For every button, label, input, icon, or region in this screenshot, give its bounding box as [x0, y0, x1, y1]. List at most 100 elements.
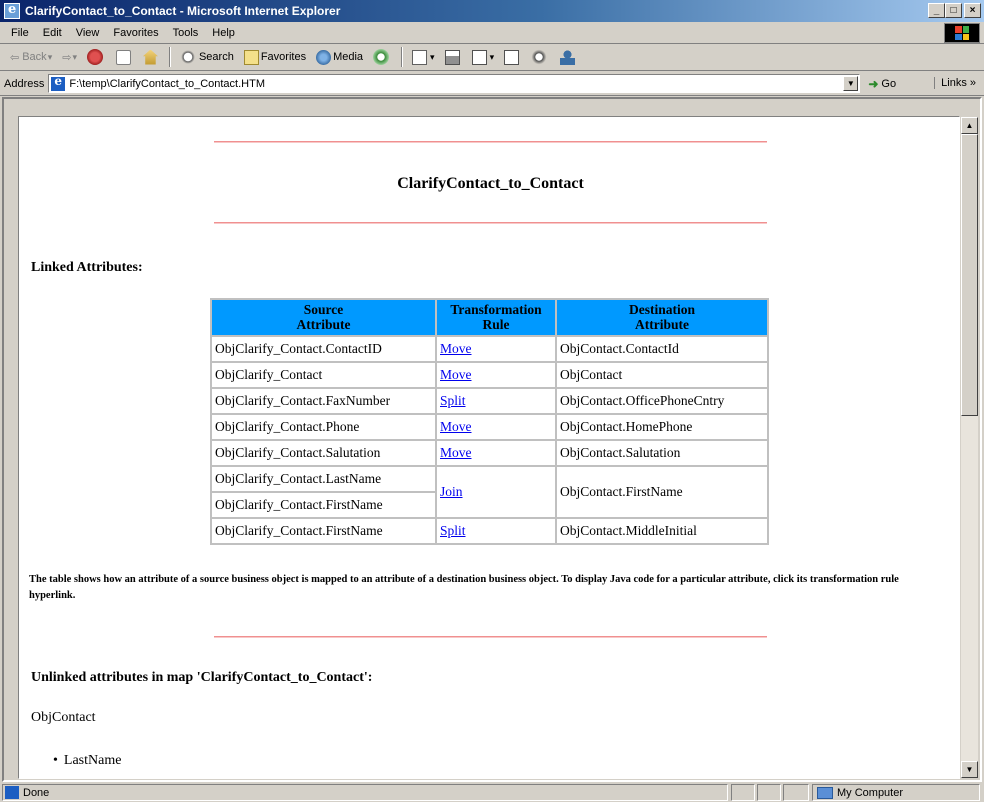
source-cell: ObjClarify_Contact.FaxNumber: [210, 387, 437, 415]
minimize-button[interactable]: _: [928, 3, 945, 18]
chevron-down-icon[interactable]: ▼: [843, 76, 859, 91]
rule-link[interactable]: Split: [440, 393, 466, 408]
forward-button[interactable]: ⇨ ▾: [58, 46, 81, 68]
rule-cell: Split: [435, 387, 557, 415]
source-cell: ObjClarify_Contact.FirstName: [210, 491, 437, 519]
table-header-row: Source Attribute Transformation Rule Des…: [210, 298, 769, 337]
ie-window: ClarifyContact_to_Contact - Microsoft In…: [0, 0, 984, 802]
toolbar: ⇦ Back ▾ ⇨ ▾ Search Favorites Media ▾ ▾: [0, 44, 984, 71]
search-button[interactable]: Search: [176, 46, 238, 68]
address-input[interactable]: F:\temp\ClarifyContact_to_Contact.HTM ▼: [48, 74, 861, 93]
rule-link[interactable]: Move: [440, 445, 472, 460]
print-button[interactable]: [441, 46, 466, 68]
search-icon: [179, 49, 196, 65]
research-icon: [531, 49, 548, 65]
address-bar: Address F:\temp\ClarifyContact_to_Contac…: [0, 72, 984, 96]
computer-icon: [817, 786, 833, 799]
messenger-button[interactable]: [556, 46, 581, 68]
rule-link[interactable]: Move: [440, 419, 472, 434]
section-rule: [214, 636, 767, 638]
ie-app-icon[interactable]: [4, 2, 20, 19]
edit-icon: [471, 49, 487, 65]
chevron-down-icon: ▾: [489, 51, 495, 62]
destination-cell: ObjContact.ContactId: [555, 335, 769, 363]
messenger-icon: [560, 49, 576, 65]
go-button[interactable]: ➜ Go: [868, 77, 896, 91]
source-cell: ObjClarify_Contact.Phone: [210, 413, 437, 441]
destination-cell: ObjContact.OfficePhoneCntry: [555, 387, 769, 415]
page-icon: [51, 74, 66, 91]
favorites-button[interactable]: Favorites: [240, 46, 310, 68]
discuss-icon: [504, 49, 520, 65]
stop-button[interactable]: [83, 46, 110, 68]
menu-tools[interactable]: Tools: [166, 27, 206, 39]
status-cell: [783, 784, 809, 801]
column-header-destination: Destination Attribute: [555, 298, 769, 337]
scroll-thumb[interactable]: [961, 134, 978, 416]
window-controls: _ □ ×: [928, 3, 981, 18]
rule-cell: Move: [435, 413, 557, 441]
security-zone: My Computer: [812, 784, 980, 801]
menu-view[interactable]: View: [69, 27, 107, 39]
maximize-button[interactable]: □: [945, 3, 962, 18]
links-button[interactable]: Links »: [934, 77, 976, 89]
table-row: ObjClarify_Contact.FirstName Split ObjCo…: [210, 517, 769, 545]
destination-cell: ObjContact.MiddleInitial: [555, 517, 769, 545]
media-label: Media: [333, 51, 364, 63]
rule-link[interactable]: Move: [440, 341, 472, 356]
unlinked-object-name: ObjContact: [31, 710, 96, 725]
rule-link[interactable]: Move: [440, 367, 472, 382]
chevron-down-icon: ▾: [47, 51, 53, 62]
page-viewport: ClarifyContact_to_Contact Linked Attribu…: [18, 116, 960, 779]
status-cell: [757, 784, 781, 801]
research-button[interactable]: [527, 46, 554, 68]
page-title: ClarifyContact_to_Contact: [397, 175, 584, 192]
back-button[interactable]: ⇦ Back ▾: [6, 46, 56, 68]
history-button[interactable]: [369, 46, 396, 68]
table-note: The table shows how an attribute of a so…: [29, 574, 899, 601]
address-label: Address: [4, 77, 45, 90]
scroll-down-button[interactable]: ▼: [961, 761, 978, 778]
destination-cell: ObjContact.HomePhone: [555, 413, 769, 441]
source-cell: ObjClarify_Contact: [210, 361, 437, 389]
table-row: ObjClarify_Contact.Salutation Move ObjCo…: [210, 439, 769, 467]
print-icon: [444, 49, 460, 65]
back-label: Back: [22, 51, 47, 63]
menu-file[interactable]: File: [4, 27, 36, 39]
column-header-label: Transformation Rule: [450, 302, 542, 332]
scroll-up-button[interactable]: ▲: [961, 117, 978, 134]
source-cell: ObjClarify_Contact.Salutation: [210, 439, 437, 467]
column-header-label: Destination Attribute: [628, 302, 695, 332]
source-cell: ObjClarify_Contact.ContactID: [210, 335, 437, 363]
rule-link[interactable]: Split: [440, 523, 466, 538]
refresh-button[interactable]: [112, 46, 137, 68]
discuss-button[interactable]: [500, 46, 525, 68]
list-item: LastName: [53, 753, 122, 769]
go-arrow-icon: ➜: [868, 76, 879, 91]
home-icon: [142, 49, 158, 65]
address-value: F:\temp\ClarifyContact_to_Contact.HTM: [69, 77, 265, 90]
edit-button[interactable]: ▾: [468, 46, 499, 68]
rule-link[interactable]: Join: [440, 484, 463, 499]
toolbar-separator: [401, 47, 404, 67]
vertical-scrollbar[interactable]: ▲ ▼: [961, 117, 978, 778]
column-header-rule: Transformation Rule: [435, 298, 557, 337]
table-row: ObjClarify_Contact.LastName Join ObjCont…: [210, 465, 769, 519]
frame-margin: [4, 99, 18, 780]
column-header-source: Source Attribute: [210, 298, 437, 337]
menu-help[interactable]: Help: [205, 27, 242, 39]
favorites-label: Favorites: [260, 51, 307, 63]
mail-button[interactable]: ▾: [408, 46, 439, 68]
table-row: ObjClarify_Contact Move ObjContact: [210, 361, 769, 389]
home-button[interactable]: [139, 46, 164, 68]
media-icon: [316, 49, 332, 65]
menu-favorites[interactable]: Favorites: [106, 27, 165, 39]
title-bar[interactable]: ClarifyContact_to_Contact - Microsoft In…: [0, 0, 984, 22]
rule-cell: Join: [435, 465, 557, 519]
close-button[interactable]: ×: [964, 3, 981, 18]
menu-bar: File Edit View Favorites Tools Help: [0, 22, 984, 44]
chevron-down-icon: ▾: [72, 51, 77, 62]
media-button[interactable]: Media: [312, 46, 367, 68]
title-rule: [214, 222, 767, 224]
menu-edit[interactable]: Edit: [36, 27, 69, 39]
